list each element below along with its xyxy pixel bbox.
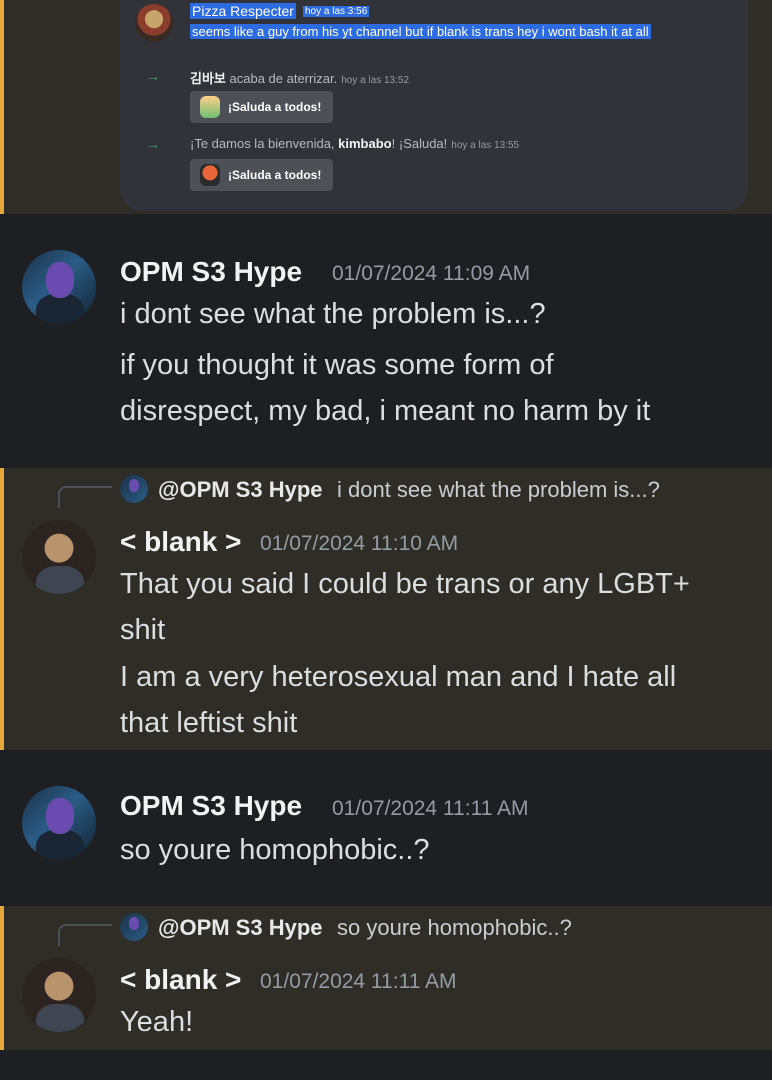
timestamp: 01/07/2024 11:11 AM bbox=[332, 797, 529, 820]
join-prefix: ¡Te damos la bienvenida, bbox=[190, 136, 339, 151]
reply-connector bbox=[58, 486, 112, 508]
bottom-strip bbox=[0, 1050, 772, 1080]
message-line: that leftist shit bbox=[120, 707, 298, 739]
reply-avatar bbox=[120, 475, 148, 503]
message-4: @OPM S3 Hype so youre homophobic..? < bl… bbox=[0, 906, 772, 1050]
join-time: hoy a las 13:55 bbox=[451, 140, 520, 151]
message-line: disrespect, my bad, i meant no harm by i… bbox=[120, 395, 651, 427]
timestamp: 01/07/2024 11:09 AM bbox=[332, 262, 531, 285]
wave-button-label: ¡Saluda a todos! bbox=[228, 100, 322, 114]
reply-connector bbox=[58, 924, 112, 946]
embedded-message-text: seems like a guy from his yt channel but… bbox=[190, 24, 651, 39]
avatar[interactable] bbox=[22, 958, 96, 1032]
join-user: kimbabo bbox=[338, 136, 392, 151]
join-time: hoy a las 13:52 bbox=[341, 75, 410, 86]
wave-button-label: ¡Saluda a todos! bbox=[228, 168, 322, 182]
avatar[interactable] bbox=[22, 786, 96, 860]
reply-preview[interactable]: so youre homophobic..? bbox=[337, 915, 572, 941]
message-line: Yeah! bbox=[120, 1006, 194, 1038]
author-name[interactable]: OPM S3 Hype bbox=[120, 256, 302, 288]
avatar[interactable] bbox=[22, 250, 96, 324]
join-user: 김바보 bbox=[190, 71, 226, 86]
author-name[interactable]: < blank > bbox=[120, 964, 241, 996]
timestamp: 01/07/2024 11:10 AM bbox=[260, 532, 459, 555]
embedded-time: hoy a las 3:56 bbox=[303, 6, 370, 17]
message-line: i dont see what the problem is...? bbox=[120, 298, 546, 330]
message-line: I am a very heterosexual man and I hate … bbox=[120, 661, 677, 693]
join-message-2: ¡Te damos la bienvenida, kimbabo! ¡Salud… bbox=[190, 136, 519, 151]
join-arrow-icon: → bbox=[146, 68, 160, 84]
sticker-icon bbox=[200, 164, 220, 186]
avatar[interactable] bbox=[22, 520, 96, 594]
reply-avatar bbox=[120, 913, 148, 941]
reply-mention[interactable]: @OPM S3 Hype bbox=[158, 915, 323, 941]
embedded-author: Pizza Respecter bbox=[190, 3, 296, 19]
message-line: That you said I could be trans or any LG… bbox=[120, 568, 690, 600]
wave-button-2[interactable]: ¡Saluda a todos! bbox=[190, 159, 334, 191]
author-name[interactable]: < blank > bbox=[120, 526, 241, 558]
pizza-respecter-avatar bbox=[135, 4, 173, 42]
author-name[interactable]: OPM S3 Hype bbox=[120, 790, 302, 822]
message-line: so youre homophobic..? bbox=[120, 834, 430, 866]
message-line: shit bbox=[120, 614, 166, 646]
join-message-1: 김바보 acaba de aterrizar. hoy a las 13:52 bbox=[190, 68, 409, 87]
message-line: if you thought it was some form of bbox=[120, 349, 554, 381]
timestamp: 01/07/2024 11:11 AM bbox=[260, 970, 457, 993]
embedded-screenshot-section: Pizza Respecter hoy a las 3:56 seems lik… bbox=[0, 0, 772, 214]
reply-mention[interactable]: @OPM S3 Hype bbox=[158, 477, 323, 503]
join-arrow-icon: → bbox=[146, 136, 160, 152]
reply-preview[interactable]: i dont see what the problem is...? bbox=[337, 477, 660, 503]
join-text: acaba de aterrizar. bbox=[225, 71, 338, 86]
message-2: @OPM S3 Hype i dont see what the problem… bbox=[0, 468, 772, 750]
sticker-icon bbox=[200, 96, 220, 118]
message-1: OPM S3 Hype 01/07/2024 11:09 AM i dont s… bbox=[0, 214, 772, 468]
join-suffix: ! ¡Saluda! bbox=[391, 136, 448, 151]
message-3: OPM S3 Hype 01/07/2024 11:11 AM so youre… bbox=[0, 750, 772, 906]
wave-button-1[interactable]: ¡Saluda a todos! bbox=[190, 91, 334, 123]
